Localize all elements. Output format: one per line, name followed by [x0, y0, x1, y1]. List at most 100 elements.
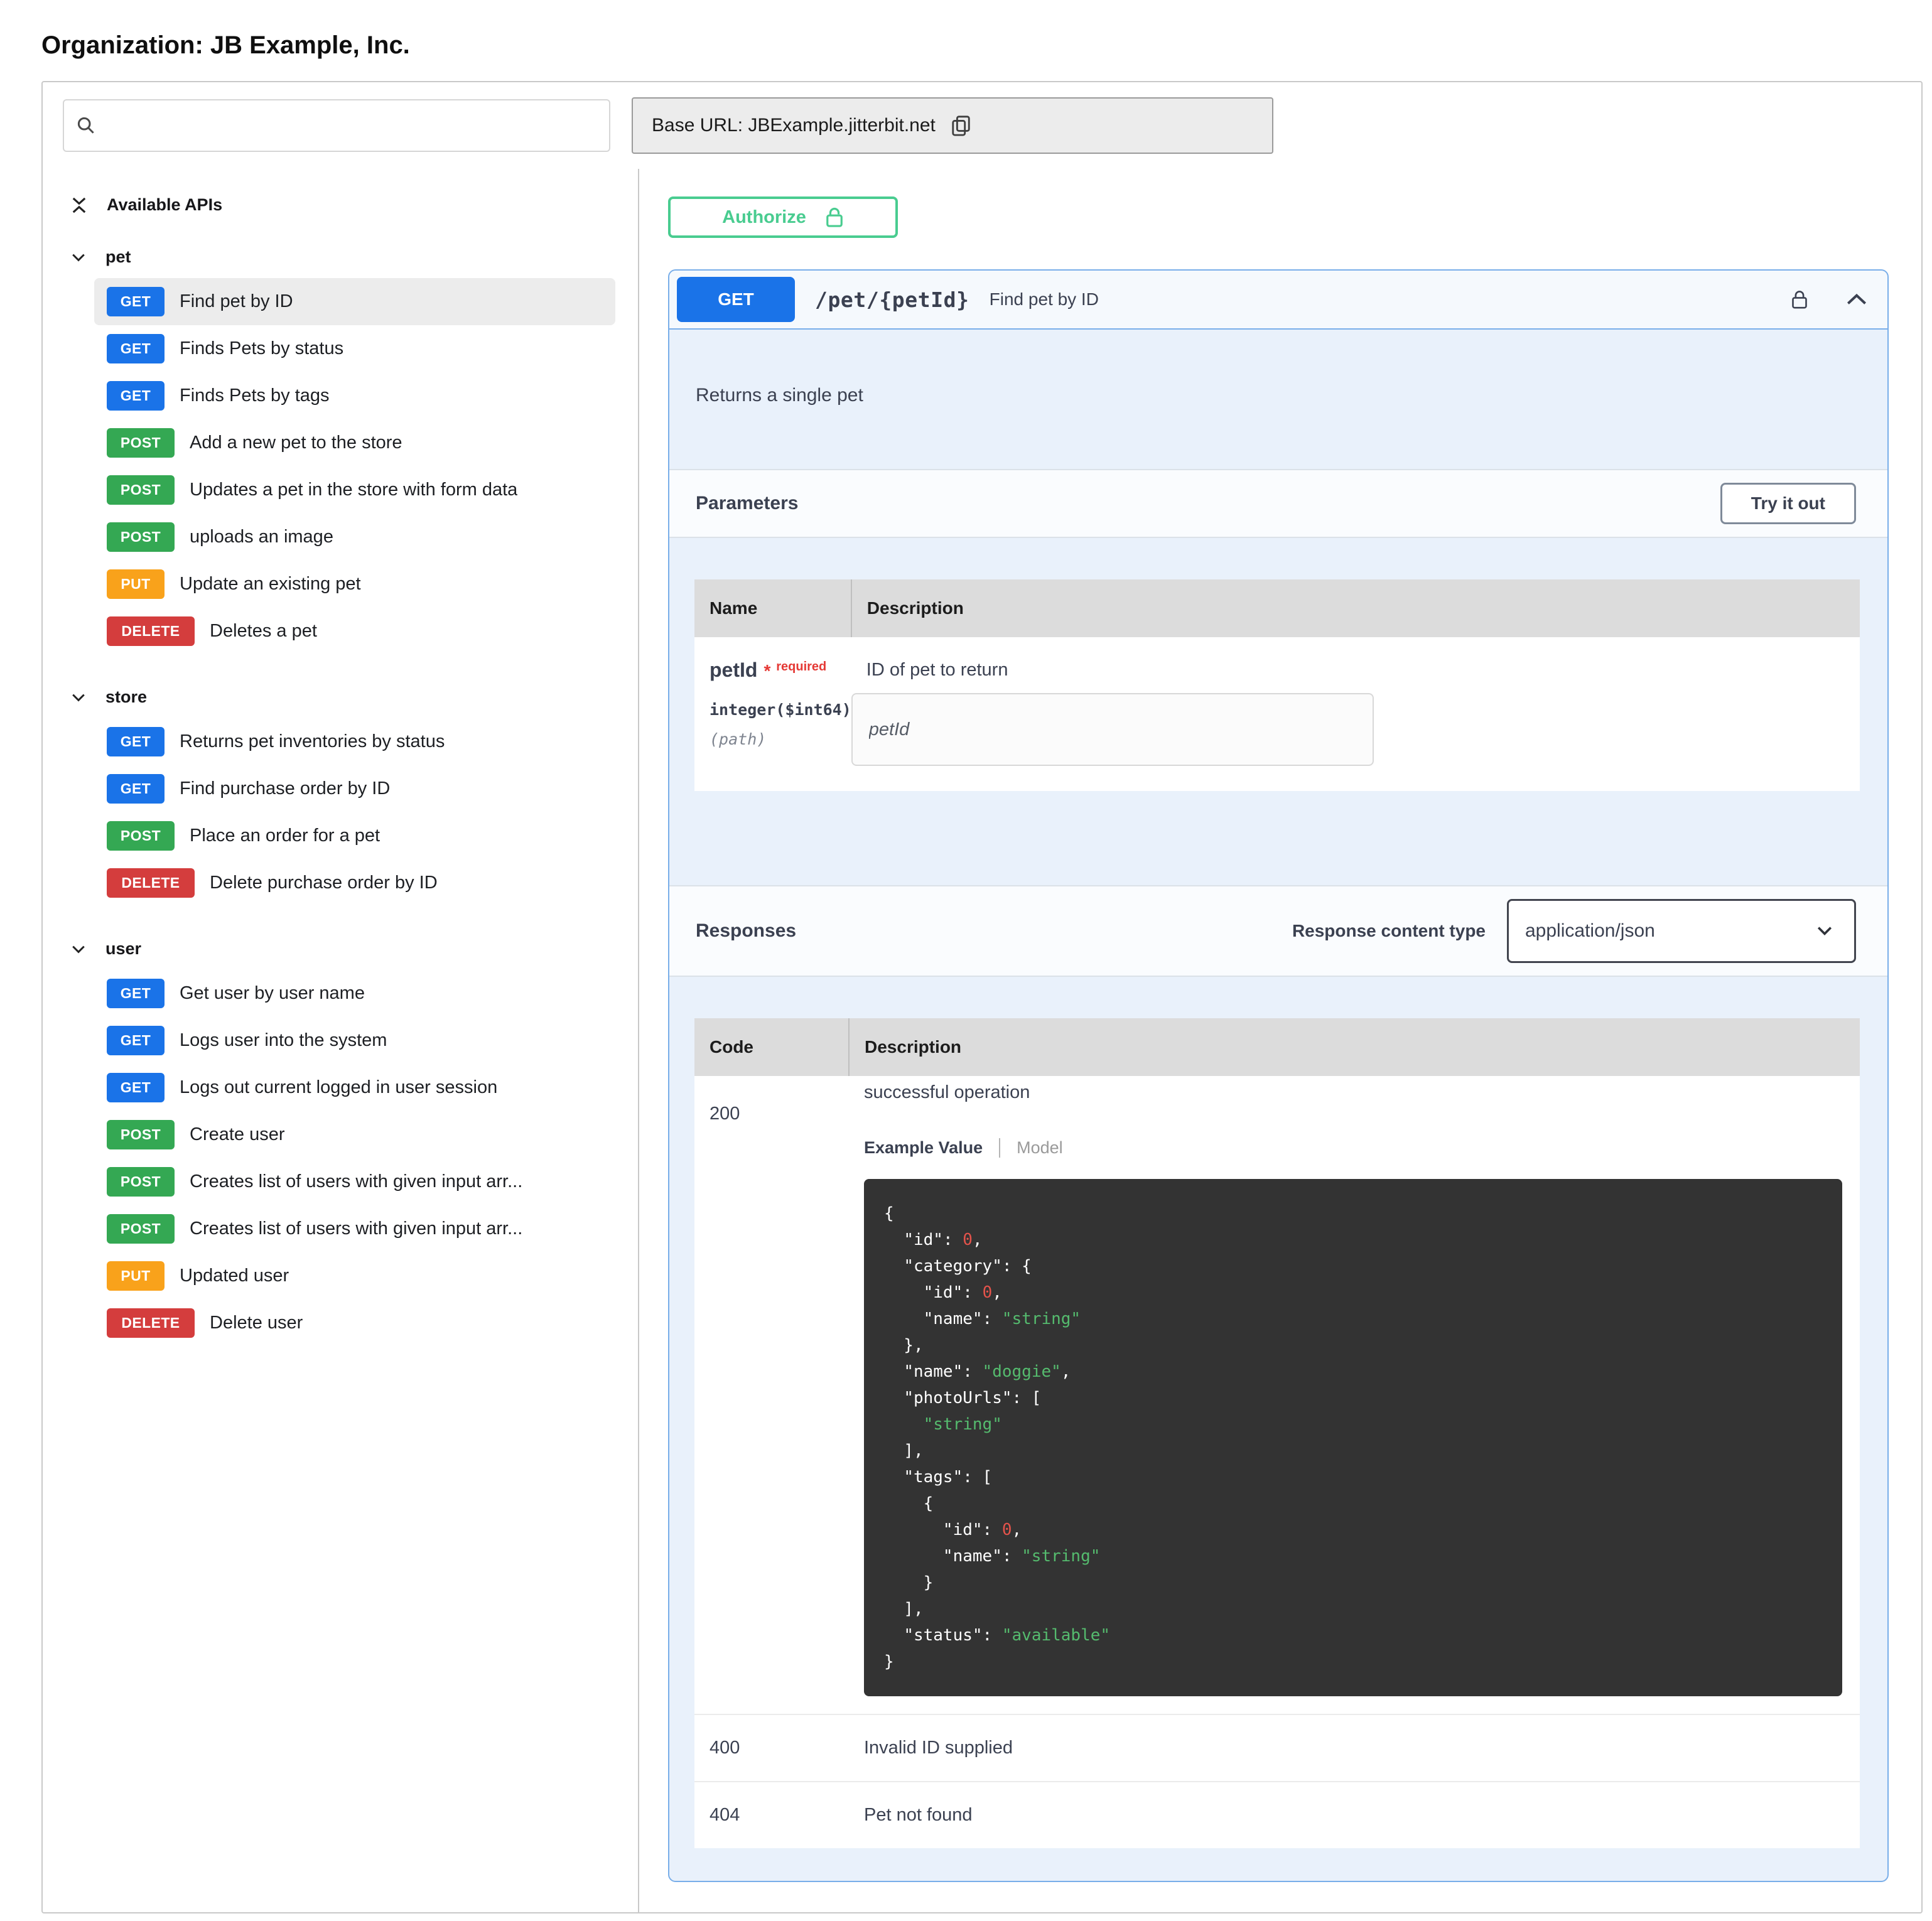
method-badge: POST — [107, 1214, 175, 1244]
response-content-type-value: application/json — [1525, 920, 1655, 942]
chevron-up-icon[interactable] — [1846, 293, 1867, 306]
api-item-label: Add a new pet to the store — [190, 433, 402, 453]
api-group-pet: petGETFind pet by IDGETFinds Pets by sta… — [72, 236, 615, 655]
available-apis-header[interactable]: Available APIs — [72, 195, 615, 215]
method-badge: POST — [107, 821, 175, 851]
method-badge: GET — [107, 334, 165, 363]
api-item-label: uploads an image — [190, 527, 333, 547]
response-description: successful operation — [864, 1082, 1860, 1103]
api-item-label: Updated user — [180, 1266, 289, 1286]
parameters-bar: Parameters Try it out — [669, 469, 1887, 538]
parameter-row: petId* required integer($int64) (path) I… — [694, 637, 1860, 791]
topbar: Base URL: JBExample.jitterbit.net — [43, 82, 1921, 169]
api-item[interactable]: GETFinds Pets by status — [94, 325, 615, 372]
content-row: Available APIs petGETFind pet by IDGETFi… — [43, 169, 1921, 1912]
group-label: store — [105, 687, 147, 707]
api-item[interactable]: PUT Updated user — [94, 1252, 615, 1300]
api-item-label: Returns pet inventories by status — [180, 731, 445, 752]
api-item[interactable]: GET Returns pet inventories by status — [94, 718, 615, 765]
sidebar: Available APIs petGETFind pet by IDGETFi… — [43, 169, 639, 1912]
api-item[interactable]: GETLogs out current logged in user sessi… — [94, 1064, 615, 1111]
api-item[interactable]: POST Creates list of users with given inp… — [94, 1158, 615, 1205]
api-item[interactable]: POSTUpdates a pet in the store with form… — [94, 466, 615, 514]
column-header-description: Description — [849, 1018, 1860, 1076]
responses-table: Code Description 200 successful operatio… — [694, 1018, 1860, 1848]
api-item-label: Delete user — [210, 1313, 303, 1333]
api-item-label: Find purchase order by ID — [180, 778, 390, 799]
api-item[interactable]: GET Find purchase order by ID — [94, 765, 615, 812]
authorize-button[interactable]: Authorize — [668, 196, 898, 238]
api-item-label: Update an existing pet — [180, 574, 361, 595]
group-toggle-pet[interactable]: pet — [72, 236, 615, 278]
api-item-label: Place an order for a pet — [190, 826, 380, 846]
api-item-label: Logs user into the system — [180, 1030, 387, 1051]
unlock-icon — [825, 206, 844, 229]
response-row-400: 400 Invalid ID supplied — [694, 1714, 1860, 1782]
param-location: (path) — [710, 730, 851, 748]
api-item[interactable]: GET Finds Pets by tags — [94, 372, 615, 419]
response-row-200: 200 successful operation Example Value M… — [694, 1076, 1860, 1714]
response-code: 404 — [694, 1782, 849, 1848]
response-content-type: Response content type application/json — [1292, 899, 1856, 963]
portal-container: Base URL: JBExample.jitterbit.net Availa… — [41, 81, 1923, 1913]
group-toggle-store[interactable]: store — [72, 676, 615, 718]
column-header-code: Code — [694, 1018, 849, 1076]
api-item-label: Deletes a pet — [210, 621, 317, 642]
petid-input[interactable] — [851, 693, 1374, 766]
api-item[interactable]: POSTuploads an image — [94, 514, 615, 561]
method-badge: GET — [107, 774, 165, 804]
response-content-type-select[interactable]: application/json — [1507, 899, 1856, 963]
group-toggle-user[interactable]: user — [72, 928, 615, 970]
parameters-title: Parameters — [696, 493, 798, 514]
param-description: ID of pet to return — [866, 660, 1842, 681]
base-url-box: Base URL: JBExample.jitterbit.net — [632, 97, 1273, 154]
method-badge: POST — [107, 1167, 175, 1197]
api-item[interactable]: POSTCreate user — [94, 1111, 615, 1158]
column-header-name: Name — [694, 579, 851, 637]
api-item[interactable]: GETFind pet by ID — [94, 278, 615, 325]
method-badge: GET — [107, 727, 165, 756]
operation-summary: Find pet by ID — [990, 289, 1099, 309]
response-content-type-label: Response content type — [1292, 921, 1486, 941]
method-badge: GET — [107, 1026, 165, 1055]
copy-icon[interactable] — [951, 115, 972, 136]
operation-path: /pet/{petId} — [815, 288, 969, 312]
responses-zone: Code Description 200 successful operatio… — [669, 977, 1887, 1881]
base-url-text: Base URL: JBExample.jitterbit.net — [652, 115, 936, 136]
api-item[interactable]: PUTUpdate an existing pet — [94, 561, 615, 608]
try-it-out-button[interactable]: Try it out — [1720, 483, 1856, 524]
api-item-label: Logs out current logged in user session — [180, 1077, 497, 1098]
parameters-zone: Name Description petId* required integer… — [669, 538, 1887, 885]
api-item[interactable]: POST Place an order for a pet — [94, 812, 615, 859]
api-item[interactable]: DELETEDeletes a pet — [94, 608, 615, 655]
available-apis-label: Available APIs — [107, 195, 222, 215]
api-group-user: user GETGet user by user name GET Logs user… — [72, 928, 615, 1347]
param-type: integer($int64) — [710, 701, 851, 719]
chevron-down-icon — [72, 693, 85, 702]
api-item[interactable]: POSTAdd a new pet to the store — [94, 419, 615, 466]
api-item-label: Create user — [190, 1124, 285, 1145]
api-item[interactable]: GET Logs user into the system — [94, 1017, 615, 1064]
api-group-store: store GET Returns pet inventories by statu… — [72, 676, 615, 907]
tab-example-value[interactable]: Example Value — [864, 1138, 1000, 1158]
tab-model[interactable]: Model — [1000, 1138, 1063, 1158]
method-badge: PUT — [107, 1261, 165, 1291]
method-badge: GET — [107, 287, 165, 316]
method-badge: GET — [107, 381, 165, 411]
example-json: { "id": 0, "category": { "id": 0, "name"… — [864, 1179, 1842, 1696]
group-label: user — [105, 939, 141, 959]
api-item-label: Creates list of users with given input a… — [190, 1171, 522, 1192]
api-groups: petGETFind pet by IDGETFinds Pets by sta… — [72, 236, 615, 1347]
main-panel: Authorize GET /pet/{petId} Find pet by I… — [639, 169, 1921, 1912]
search-input[interactable] — [107, 116, 596, 136]
api-item[interactable]: POST Creates list of users with given inp… — [94, 1205, 615, 1252]
api-item-label: Finds Pets by tags — [180, 385, 330, 406]
api-item-label: Delete purchase order by ID — [210, 873, 438, 893]
operation-header[interactable]: GET /pet/{petId} Find pet by ID — [669, 271, 1887, 330]
api-item[interactable]: DELETEDelete purchase order by ID — [94, 859, 615, 907]
chevron-down-icon — [1816, 926, 1833, 936]
api-item[interactable]: DELETEDelete user — [94, 1300, 615, 1347]
api-item[interactable]: GETGet user by user name — [94, 970, 615, 1017]
api-item-label: Creates list of users with given input a… — [190, 1219, 522, 1239]
lock-icon[interactable] — [1791, 289, 1808, 310]
